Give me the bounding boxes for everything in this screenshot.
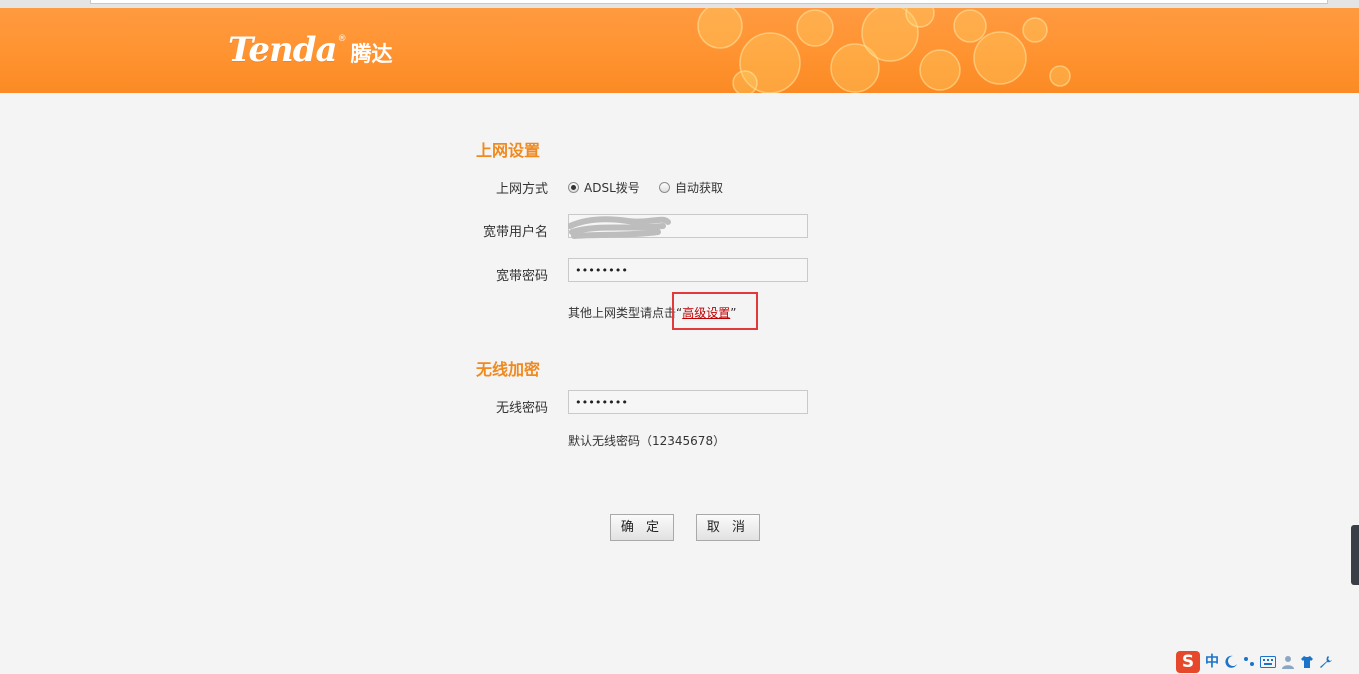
internet-section-title: 上网设置 xyxy=(476,141,541,160)
hint-text: 其他上网类型请点击 xyxy=(568,306,677,320)
sogou-logo-icon[interactable]: S xyxy=(1176,651,1200,673)
password-label: 宽带密码 xyxy=(495,269,548,284)
dhcp-radio-label: 自动获取 xyxy=(675,181,724,195)
adsl-radio-label: ADSL拨号 xyxy=(584,181,640,195)
wrench-icon[interactable] xyxy=(1319,655,1333,669)
highlight-box xyxy=(672,292,758,330)
user-icon[interactable] xyxy=(1281,655,1295,669)
side-panel-handle[interactable] xyxy=(1351,525,1359,585)
wireless-password-input[interactable] xyxy=(568,390,808,414)
address-bar-edge xyxy=(90,0,1328,4)
shirt-icon[interactable] xyxy=(1300,655,1314,669)
confirm-button[interactable]: 确 定 xyxy=(610,514,674,541)
ime-language-toggle[interactable]: 中 xyxy=(1205,651,1219,673)
page-header: Tenda ® 腾达 xyxy=(0,8,1359,93)
username-label: 宽带用户名 xyxy=(482,225,548,240)
wireless-password-label: 无线密码 xyxy=(495,401,548,416)
keyboard-icon[interactable] xyxy=(1260,656,1276,668)
logo-brand-text: Tenda xyxy=(228,30,338,70)
cancel-button[interactable]: 取 消 xyxy=(696,514,760,541)
connection-mode-label: 上网方式 xyxy=(495,182,548,197)
adsl-radio[interactable] xyxy=(568,182,579,193)
ime-toolbar: S 中 xyxy=(1176,650,1359,674)
moon-icon[interactable] xyxy=(1224,655,1238,669)
mode-option-adsl[interactable]: ADSL拨号 xyxy=(568,179,640,196)
punctuation-icon[interactable] xyxy=(1243,655,1255,669)
logo-registered-mark: ® xyxy=(337,34,347,44)
mode-option-dhcp[interactable]: 自动获取 xyxy=(659,179,723,196)
default-wireless-password-hint: 默认无线密码（12345678） xyxy=(568,434,726,448)
header-bubbles-decoration xyxy=(697,8,1071,93)
dhcp-radio[interactable] xyxy=(659,182,670,193)
wireless-section-title: 无线加密 xyxy=(476,360,541,379)
tenda-logo: Tenda ® 腾达 xyxy=(228,30,393,70)
logo-chinese-text: 腾达 xyxy=(350,42,393,66)
username-redaction-scribble xyxy=(568,216,671,239)
broadband-password-input[interactable] xyxy=(568,258,808,282)
